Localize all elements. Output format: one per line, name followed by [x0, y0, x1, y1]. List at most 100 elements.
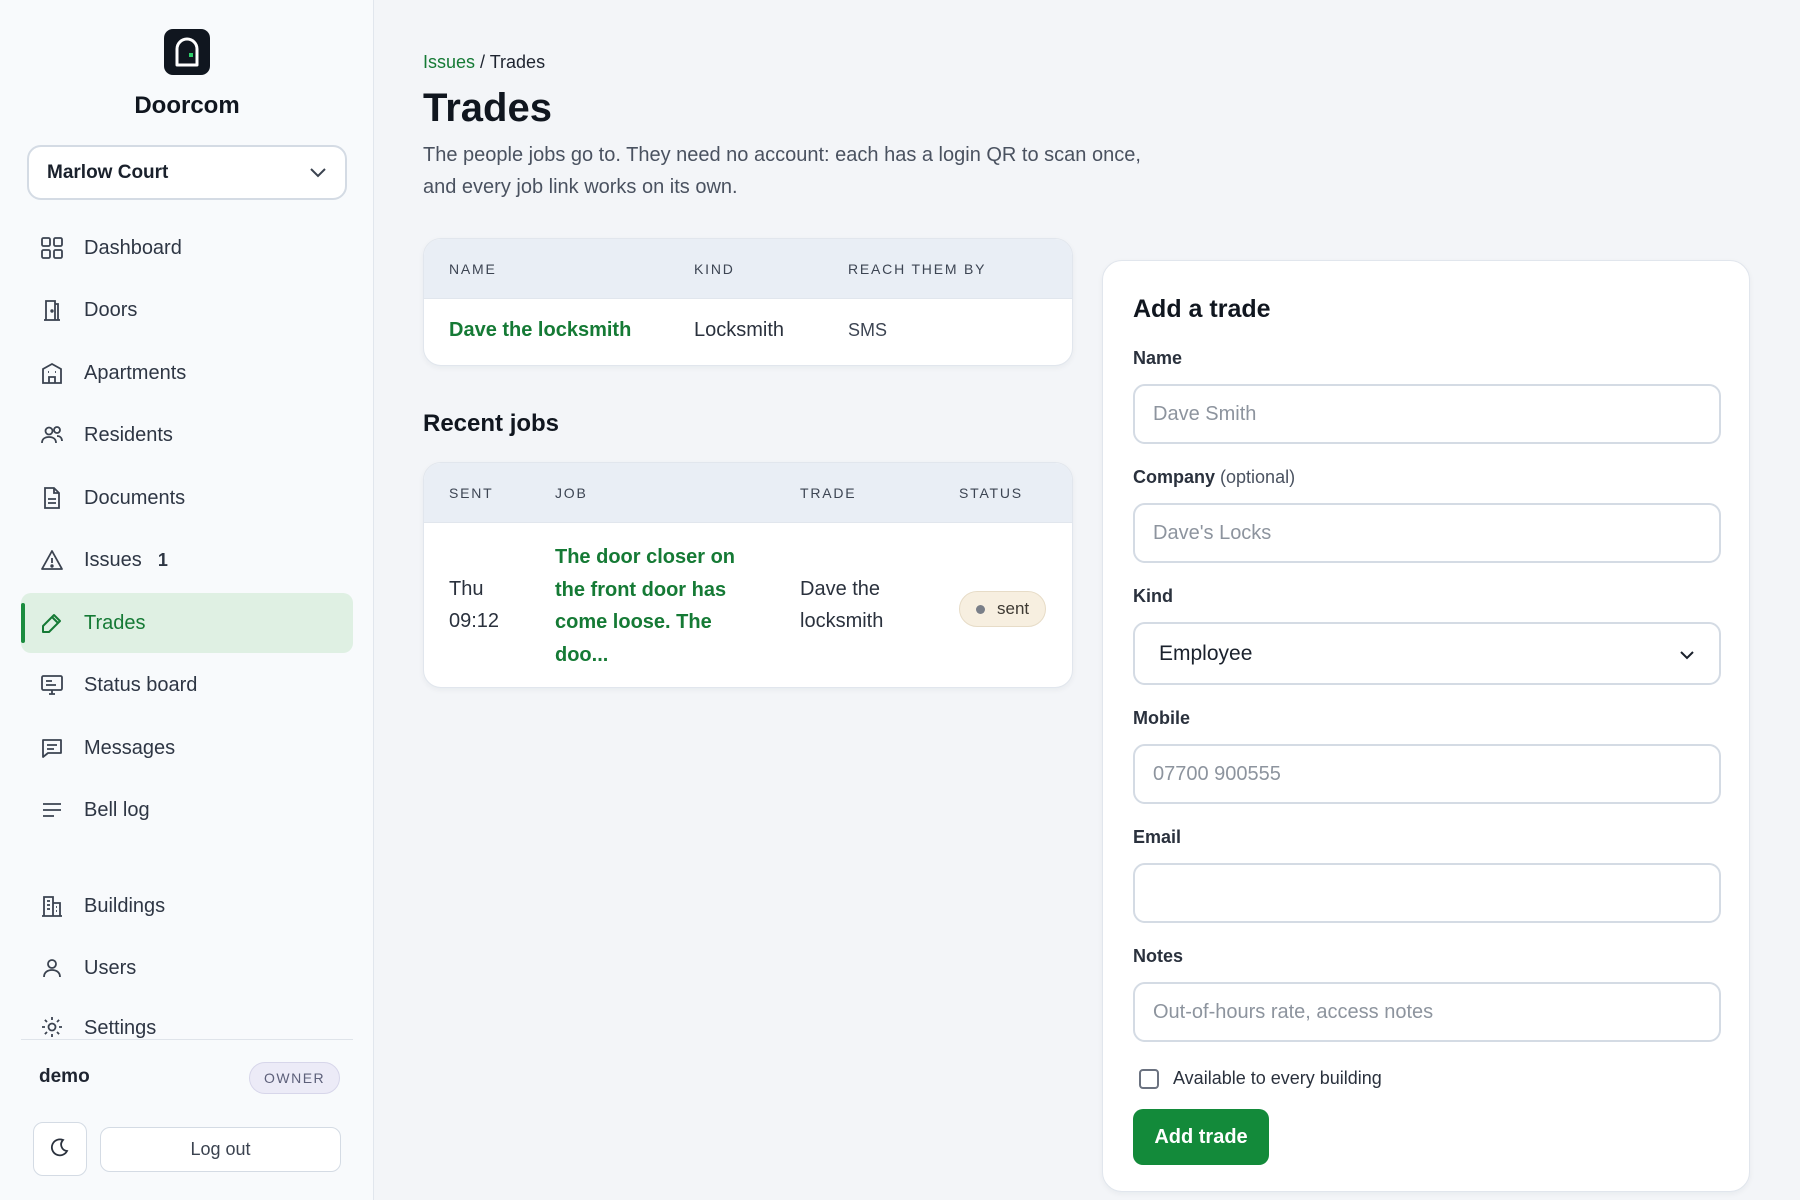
breadcrumb-current: Trades — [489, 52, 546, 72]
breadcrumb-separator: / — [475, 52, 490, 72]
kind-select-value: Employee — [1159, 641, 1253, 665]
sidebar-item-doors[interactable]: Doors — [21, 280, 353, 340]
column-header-reach: REACH THEM BY — [848, 261, 987, 277]
people-icon — [39, 422, 65, 448]
column-header-name: NAME — [449, 261, 497, 277]
name-label: Name — [1133, 348, 1183, 368]
column-header-sent: SENT — [449, 485, 494, 501]
breadcrumb-issues-link[interactable]: Issues — [423, 52, 475, 72]
table-header: SENT JOB TRADE STATUS — [424, 463, 1072, 523]
trade-kind: Locksmith — [694, 319, 785, 341]
sidebar-item-label: Bell log — [84, 798, 150, 821]
available-checkbox[interactable] — [1139, 1068, 1159, 1089]
job-trade: Dave the locksmith — [800, 573, 883, 637]
monitor-icon — [39, 672, 65, 698]
available-checkbox-row[interactable]: Available to every building — [1139, 1068, 1382, 1089]
sidebar-item-label: Messages — [84, 736, 176, 759]
form-title: Add a trade — [1133, 295, 1271, 323]
sidebar-item-label: Documents — [84, 486, 186, 509]
company-input[interactable] — [1133, 503, 1721, 563]
table-row: Dave the locksmith Locksmith SMS — [424, 299, 1072, 365]
column-header-trade: TRADE — [800, 485, 857, 501]
moon-icon — [50, 1137, 70, 1162]
email-input[interactable] — [1133, 863, 1721, 923]
sidebar-item-label: Residents — [84, 423, 173, 446]
role-badge: OWNER — [249, 1062, 341, 1094]
sidebar-item-trades[interactable]: Trades — [21, 593, 353, 653]
job-description-link[interactable]: The door closer on the front door has co… — [555, 541, 735, 671]
sidebar-item-label: Issues — [84, 548, 142, 571]
page-description: The people jobs go to. They need no acco… — [423, 144, 1141, 198]
add-trade-form: Add a trade Name Company (optional) Kind… — [1102, 260, 1750, 1192]
sidebar-divider — [21, 1039, 353, 1040]
sidebar-item-users[interactable]: Users — [21, 938, 353, 998]
document-icon — [39, 485, 65, 511]
job-sent-day: Thu — [449, 578, 484, 600]
logout-button[interactable]: Log out — [100, 1127, 341, 1172]
kind-select[interactable]: Employee — [1133, 622, 1721, 685]
sidebar-item-apartments[interactable]: Apartments — [21, 343, 353, 403]
available-checkbox-label: Available to every building — [1173, 1068, 1382, 1088]
page-title: Trades — [423, 86, 552, 130]
recent-jobs-table: SENT JOB TRADE STATUS Thu 09:12 The door… — [423, 462, 1073, 688]
sidebar-item-bell-log[interactable]: Bell log — [21, 780, 353, 840]
sidebar: Doorcom Marlow Court Dashboard Doors Apa… — [0, 0, 374, 1200]
building-icon — [39, 893, 65, 919]
wrench-icon — [39, 610, 65, 636]
column-header-status: STATUS — [959, 485, 1023, 501]
job-line: come loose. The — [555, 611, 712, 633]
company-optional-text: (optional) — [1220, 467, 1296, 487]
company-label: Company (optional) — [1133, 467, 1295, 488]
trades-table: NAME KIND REACH THEM BY Dave the locksmi… — [423, 238, 1073, 366]
sidebar-item-status-board[interactable]: Status board — [21, 655, 353, 715]
notes-input[interactable] — [1133, 982, 1721, 1042]
warning-icon — [39, 547, 65, 573]
trade-reach: SMS — [848, 320, 888, 340]
job-sent: Thu 09:12 — [449, 573, 499, 637]
sidebar-item-issues[interactable]: Issues 1 — [21, 530, 353, 590]
name-input[interactable] — [1133, 384, 1721, 444]
door-icon — [164, 29, 210, 75]
table-header: NAME KIND REACH THEM BY — [424, 239, 1072, 299]
job-line: the front door has — [555, 578, 727, 601]
apartment-icon — [39, 360, 65, 386]
sidebar-item-label: Status board — [84, 673, 198, 696]
theme-toggle-button[interactable] — [33, 1122, 87, 1176]
sidebar-item-messages[interactable]: Messages — [21, 718, 353, 778]
grid-icon — [39, 235, 65, 261]
job-sent-time: 09:12 — [449, 610, 500, 632]
job-line: doo... — [555, 643, 609, 666]
recent-jobs-title: Recent jobs — [423, 410, 560, 437]
sidebar-item-dashboard[interactable]: Dashboard — [21, 218, 353, 278]
chevron-down-icon — [1679, 642, 1695, 666]
mobile-input[interactable] — [1133, 744, 1721, 804]
status-dot-icon — [976, 604, 985, 614]
sidebar-item-label: Dashboard — [84, 236, 182, 259]
sidebar-item-label: Apartments — [84, 361, 187, 384]
sidebar-item-residents[interactable]: Residents — [21, 405, 353, 465]
sidebar-item-buildings[interactable]: Buildings — [21, 876, 353, 936]
mobile-label: Mobile — [1133, 708, 1190, 728]
sidebar-item-documents[interactable]: Documents — [21, 468, 353, 528]
sidebar-item-label: Doors — [84, 298, 138, 321]
add-trade-button[interactable]: Add trade — [1133, 1109, 1269, 1165]
gear-icon — [39, 1014, 65, 1040]
sidebar-item-settings[interactable]: Settings — [21, 1000, 353, 1040]
sidebar-item-label: Buildings — [84, 894, 166, 917]
table-row: Thu 09:12 The door closer on the front d… — [424, 523, 1072, 687]
company-label-text: Company — [1133, 467, 1216, 487]
job-line: The door closer on — [555, 546, 736, 568]
sidebar-item-label: Users — [84, 956, 137, 979]
user-icon — [39, 955, 65, 981]
message-icon — [39, 735, 65, 761]
column-header-job: JOB — [555, 485, 588, 501]
trade-name-link[interactable]: Dave the locksmith — [449, 319, 631, 342]
building-select[interactable]: Marlow Court — [27, 145, 347, 200]
status-badge: sent — [959, 591, 1047, 627]
column-header-kind: KIND — [694, 261, 735, 277]
issues-count-badge: 1 — [157, 549, 168, 570]
notes-label: Notes — [1133, 946, 1184, 966]
chevron-down-icon — [309, 162, 327, 184]
job-trade-line: locksmith — [800, 610, 884, 632]
user-name: demo — [39, 1066, 90, 1087]
